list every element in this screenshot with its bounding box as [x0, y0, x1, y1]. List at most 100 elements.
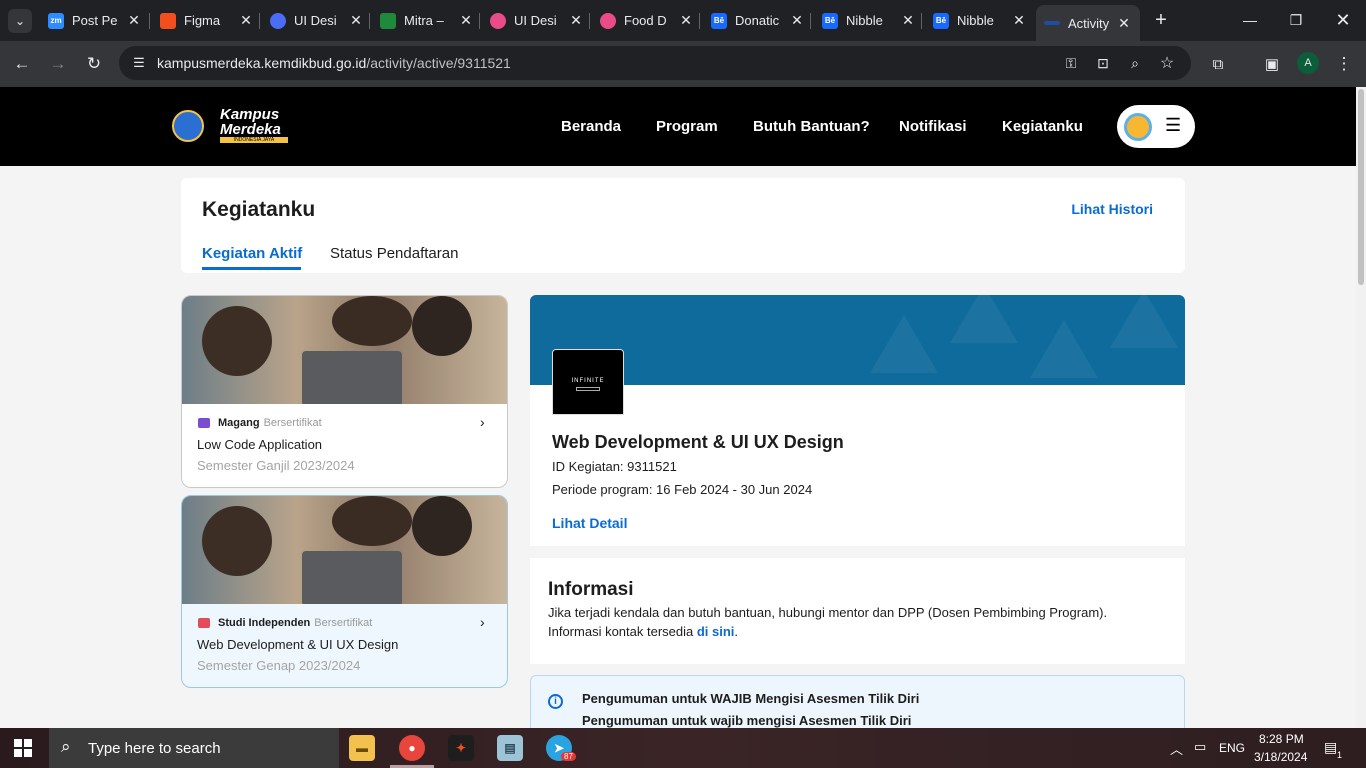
tab-separator: [369, 13, 370, 29]
contact-info-link[interactable]: di sini: [697, 624, 735, 639]
lihat-detail-link[interactable]: Lihat Detail: [552, 515, 627, 531]
chevron-right-icon: ›: [480, 614, 485, 630]
behance-icon: Bē: [933, 12, 949, 29]
close-tab-icon[interactable]: ✕: [789, 12, 805, 29]
close-tab-icon[interactable]: ✕: [1011, 12, 1027, 29]
url-text[interactable]: kampusmerdeka.kemdikbud.go.id/activity/a…: [157, 55, 511, 71]
chevron-right-icon: ›: [480, 414, 485, 430]
clock-time[interactable]: 8:28 PM: [1259, 732, 1304, 746]
ui-design-icon: [270, 12, 286, 29]
info-icon: i: [548, 694, 563, 709]
bookmark-star-icon[interactable]: ☆: [1157, 53, 1177, 73]
activity-type: Studi Independen Bersertifikat: [198, 617, 372, 629]
file-explorer-icon[interactable]: ▬: [349, 735, 375, 761]
clock-date[interactable]: 3/18/2024: [1254, 750, 1307, 764]
close-tab-icon[interactable]: ✕: [348, 12, 364, 29]
nav-butuh-bantuan[interactable]: Butuh Bantuan?: [753, 118, 870, 135]
language-indicator[interactable]: ENG: [1219, 741, 1245, 755]
activity-card-image: [182, 296, 507, 404]
behance-icon: Bē: [822, 12, 838, 29]
taskbar-search-box[interactable]: ⌕ Type here to search: [49, 728, 339, 768]
info-section: Informasi Jika terjadi kendala dan butuh…: [530, 558, 1185, 664]
close-window-icon[interactable]: ✕: [1331, 8, 1355, 32]
profile-avatar[interactable]: A: [1297, 52, 1319, 74]
close-tab-icon[interactable]: ✕: [458, 12, 474, 29]
active-tab-indicator: [202, 267, 301, 270]
logo-tagline: INDONESIA JAYA: [220, 137, 288, 143]
detail-program-period: Periode program: 16 Feb 2024 - 30 Jun 20…: [552, 482, 813, 497]
windows-start-icon[interactable]: [14, 739, 32, 757]
announcement-subtitle: Pengumuman untuk wajib mengisi Asesmen T…: [582, 713, 912, 728]
company-logo: INFINITE: [552, 349, 624, 415]
close-tab-icon[interactable]: ✕: [126, 12, 142, 29]
chrome-icon[interactable]: ●: [399, 735, 425, 761]
battery-icon[interactable]: ▭: [1194, 739, 1206, 755]
close-tab-icon[interactable]: ✕: [678, 12, 694, 29]
tab-status-pendaftaran[interactable]: Status Pendaftaran: [330, 245, 458, 262]
tab-separator: [589, 13, 590, 29]
browser-tab[interactable]: Mitra – ✕: [372, 5, 482, 36]
page-scrollbar[interactable]: [1356, 87, 1366, 728]
info-title: Informasi: [548, 579, 634, 600]
nav-program[interactable]: Program: [656, 118, 718, 135]
nav-beranda[interactable]: Beranda: [561, 118, 621, 135]
announcement-banner[interactable]: i Pengumuman untuk WAJIB Mengisi Asesmen…: [530, 675, 1185, 735]
password-key-icon[interactable]: ⚿: [1061, 53, 1081, 73]
notepad-icon[interactable]: ▤: [497, 735, 523, 761]
activity-semester: Semester Ganjil 2023/2024: [197, 458, 355, 473]
browser-tab[interactable]: Bē Nibble ✕: [814, 5, 924, 36]
figma-taskbar-icon[interactable]: ✦: [448, 735, 474, 761]
zoom-search-icon[interactable]: ⌕: [1125, 53, 1145, 73]
tab-separator: [149, 13, 150, 29]
restore-icon[interactable]: ❐: [1284, 8, 1308, 32]
close-tab-icon[interactable]: ✕: [568, 12, 584, 29]
activity-card-selected[interactable]: Studi Independen Bersertifikat › Web Dev…: [181, 495, 508, 688]
tab-search-icon[interactable]: ⌄: [8, 9, 32, 33]
browser-tab[interactable]: Bē Donatic ✕: [703, 5, 813, 36]
show-hidden-icons-icon[interactable]: ︿: [1170, 739, 1183, 758]
close-tab-icon[interactable]: ✕: [1116, 15, 1132, 31]
install-app-icon[interactable]: ⊡: [1093, 53, 1113, 73]
tab-separator: [699, 13, 700, 29]
page-title: Kegiatanku: [202, 198, 316, 221]
close-tab-icon[interactable]: ✕: [238, 12, 254, 29]
user-menu-button[interactable]: ☰: [1117, 105, 1195, 148]
browser-tab[interactable]: Bē Nibble ✕: [925, 5, 1035, 36]
magang-icon: [198, 418, 210, 428]
dribbble-icon: [490, 12, 506, 29]
tab-kegiatan-aktif[interactable]: Kegiatan Aktif: [202, 245, 302, 262]
site-settings-icon[interactable]: ☰: [129, 53, 149, 73]
tut-wuri-handayani-logo[interactable]: [172, 110, 204, 142]
zoom-icon: zm: [48, 12, 64, 29]
lihat-histori-link[interactable]: Lihat Histori: [1071, 201, 1153, 217]
browser-tab-active[interactable]: Activity ✕: [1036, 5, 1140, 41]
nav-kegiatanku[interactable]: Kegiatanku: [1002, 118, 1083, 135]
scroll-thumb[interactable]: [1358, 89, 1364, 285]
new-tab-icon[interactable]: +: [1150, 9, 1172, 31]
side-panel-icon[interactable]: ▣: [1259, 51, 1285, 77]
detail-title: Web Development & UI UX Design: [552, 432, 844, 452]
nav-notifikasi[interactable]: Notifikasi: [899, 118, 967, 135]
browser-tab-strip: ⌄ zm Post Pe ✕ Figma ✕ UI Desi ✕ Mitra –…: [0, 0, 1366, 41]
windows-taskbar: ⌕ Type here to search ▬ ● ✦ ▤ ➤ 87 ︿ ▭ E…: [0, 728, 1366, 768]
browser-tab[interactable]: Figma ✕: [152, 5, 262, 36]
minimize-icon[interactable]: —: [1238, 8, 1262, 32]
reload-icon[interactable]: ↻: [81, 51, 107, 77]
back-icon[interactable]: ←: [9, 51, 35, 77]
hamburger-menu-icon: ☰: [1165, 115, 1182, 135]
browser-tab[interactable]: Food D ✕: [592, 5, 702, 36]
forward-icon[interactable]: →: [45, 51, 71, 77]
browser-tab[interactable]: zm Post Pe ✕: [40, 5, 150, 36]
close-tab-icon[interactable]: ✕: [900, 12, 916, 29]
kampus-merdeka-logo[interactable]: Kampus Merdeka: [220, 107, 281, 137]
browser-tab[interactable]: UI Desi ✕: [482, 5, 592, 36]
tab-separator: [921, 13, 922, 29]
extensions-icon[interactable]: ⧉: [1205, 51, 1231, 77]
browser-menu-icon[interactable]: ⋮: [1331, 51, 1357, 77]
browser-tab[interactable]: UI Desi ✕: [262, 5, 372, 36]
address-bar[interactable]: ☰ kampusmerdeka.kemdikbud.go.id/activity…: [119, 46, 1191, 80]
browser-toolbar: ← → ↻ ☰ kampusmerdeka.kemdikbud.go.id/ac…: [0, 41, 1366, 87]
activity-card[interactable]: Magang Bersertifikat › Low Code Applicat…: [181, 295, 508, 488]
dribbble-icon: [600, 12, 616, 29]
notification-count: 1: [1337, 750, 1343, 760]
